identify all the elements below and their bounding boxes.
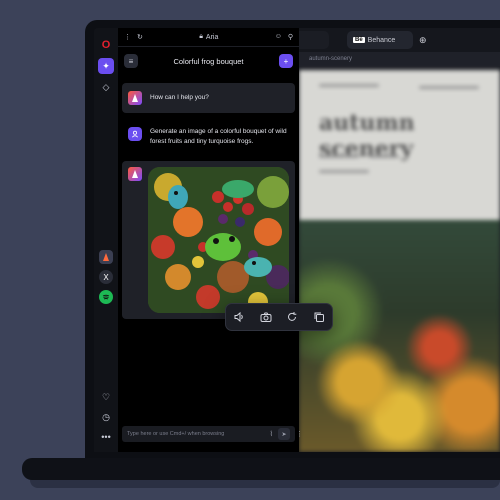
history-icon[interactable]: ◷ <box>99 410 113 424</box>
chat-input[interactable]: Type here or use Cmd+/ when browsing ⌇ ➤ <box>122 426 295 442</box>
tab-bar: # Bē Behance ⊕ <box>289 28 500 52</box>
menu-button[interactable]: ≡ <box>124 54 138 68</box>
webpage-content: autumn scenery <box>299 70 500 452</box>
panel-title: Aria <box>205 33 219 41</box>
spotify-app-icon[interactable] <box>99 290 113 304</box>
lock-icon: 🔒︎ <box>199 33 203 40</box>
aria-avatar-icon <box>128 167 142 181</box>
message-text: How can I help you? <box>150 94 209 101</box>
aria-ai-icon[interactable]: ✦ <box>98 58 114 74</box>
aria-avatar-icon <box>128 91 142 105</box>
chat-title: Colorful frog bouquet <box>173 56 244 66</box>
attach-icon[interactable]: ⌇ <box>270 430 273 438</box>
panel-topbar: ⋮ ↻ 🔒︎ Aria ☺ ⚲ <box>118 28 299 46</box>
text-line <box>319 170 369 173</box>
input-more-icon[interactable]: ⋮ <box>296 430 303 438</box>
x-app-icon[interactable]: X <box>99 270 113 284</box>
new-tab-icon[interactable]: ⊕ <box>419 35 427 46</box>
input-actions: ⌇ ➤ <box>270 428 290 440</box>
browser-window: # Bē Behance ⊕ autumn-scenery autumn sce… <box>289 28 500 452</box>
pinboard-icon[interactable]: ◇ <box>99 80 113 94</box>
topbar-right: ☺ ⚲ <box>275 33 293 41</box>
address-bar[interactable]: autumn-scenery <box>299 52 500 66</box>
text-line <box>419 86 479 89</box>
more-icon[interactable]: ••• <box>99 430 113 444</box>
text-line <box>319 84 379 87</box>
behance-icon: Bē <box>353 37 365 43</box>
reload-icon[interactable]: ↻ <box>137 33 143 41</box>
camera-icon[interactable] <box>257 308 275 326</box>
kebab-icon[interactable]: ⋮ <box>124 33 131 41</box>
speaker-icon[interactable] <box>230 308 248 326</box>
aria-app-icon[interactable] <box>99 250 113 264</box>
topbar-title: 🔒︎ Aria <box>199 33 218 41</box>
tab-label: Behance <box>367 36 396 44</box>
send-icon[interactable]: ➤ <box>278 428 290 440</box>
autumn-photo <box>299 220 500 452</box>
refresh-icon[interactable] <box>283 308 301 326</box>
chat-message-aria: How can I help you? <box>122 83 295 113</box>
image-action-toolbar <box>225 303 333 331</box>
chat-message-aria-image <box>122 161 295 319</box>
generated-image[interactable] <box>148 167 289 313</box>
copy-icon[interactable] <box>310 308 328 326</box>
user-avatar-icon <box>128 127 142 141</box>
topbar-left: ⋮ ↻ <box>124 33 143 41</box>
emoji-icon[interactable]: ☺ <box>275 33 282 41</box>
screen: O ✦ ◇ X ♡ ◷ ••• # Bē Behance ⊕ autumn-sc… <box>94 28 500 452</box>
heart-icon[interactable]: ♡ <box>99 390 113 404</box>
opera-logo-icon[interactable]: O <box>99 38 113 52</box>
aria-panel: ⋮ ↻ 🔒︎ Aria ☺ ⚲ ≡ Colorful frog bouquet … <box>118 28 303 452</box>
new-chat-button[interactable]: + <box>278 54 293 68</box>
text-line <box>369 155 399 158</box>
message-text: Generate an image of a colorful bouquet … <box>150 128 287 145</box>
text-line <box>319 155 359 158</box>
opera-sidebar: O ✦ ◇ X ♡ ◷ ••• <box>94 28 118 452</box>
chat-header: ≡ Colorful frog bouquet + <box>118 47 299 75</box>
chat-input-placeholder: Type here or use Cmd+/ when browsing <box>127 431 225 437</box>
pin-icon[interactable]: ⚲ <box>288 33 293 41</box>
laptop-base-shadow <box>30 480 500 488</box>
chat-message-user: Generate an image of a colorful bouquet … <box>122 119 295 155</box>
tab-behance[interactable]: Bē Behance <box>347 31 413 49</box>
laptop-base <box>22 458 500 480</box>
